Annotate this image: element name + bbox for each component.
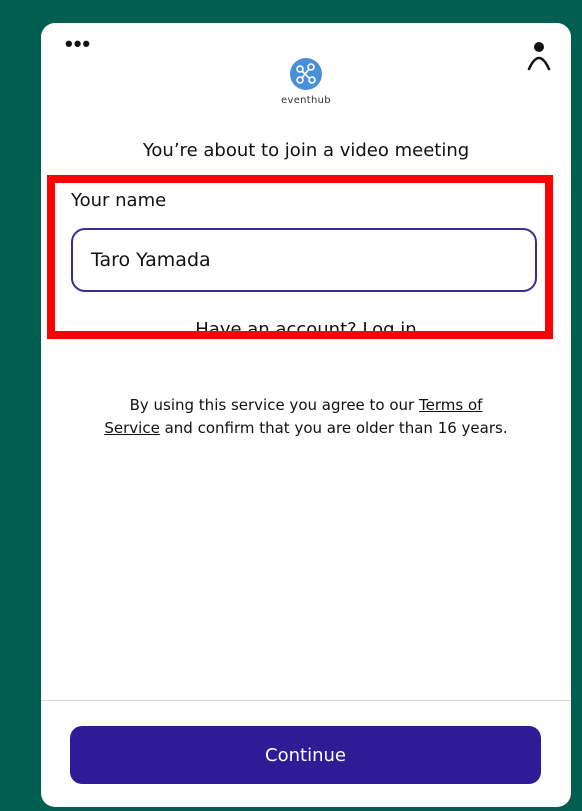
terms-prefix: By using this service you agree to our [129,396,419,414]
footer-divider [41,700,571,701]
page-title: You’re about to join a video meeting [142,140,470,161]
brand-name: eventhub [281,95,331,106]
terms-suffix: and confirm that you are older than 16 y… [159,419,508,437]
user-icon[interactable] [527,41,551,73]
name-input[interactable] [71,228,537,292]
terms-text: By using this service you agree to our T… [101,394,511,440]
join-meeting-card: ••• eventhub You’re about to join a vide… [41,23,571,807]
eventhub-logo-icon [289,57,323,91]
more-options-icon[interactable]: ••• [65,33,91,57]
continue-button[interactable]: Continue [70,726,541,784]
name-field-label: Your name [71,190,167,211]
login-link[interactable]: Have an account? Log in [41,319,571,340]
